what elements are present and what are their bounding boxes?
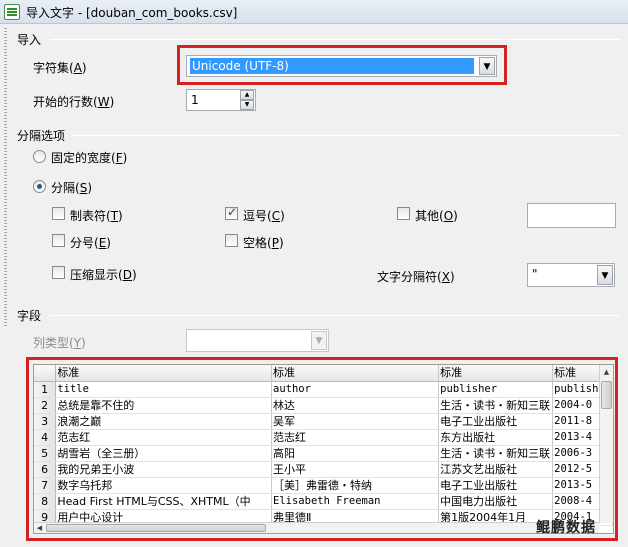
start-row-label: 开始的行数(W) [33, 95, 115, 109]
import-section-label: 导入 [17, 33, 42, 47]
horizontal-scrollbar[interactable]: ◀ [34, 522, 599, 533]
spin-down-icon[interactable]: ▼ [240, 100, 254, 110]
start-row-value[interactable]: 1 [191, 93, 199, 107]
other-checkbox[interactable] [397, 207, 410, 220]
other-separator-input[interactable] [527, 203, 616, 228]
space-label: 空格(P) [243, 236, 284, 250]
table-cell[interactable]: 东方出版社 [438, 429, 554, 446]
semicolon-checkbox[interactable] [52, 234, 65, 247]
semicolon-label: 分号(E) [70, 236, 111, 250]
other-label: 其他(O) [415, 209, 458, 223]
separator-section-label: 分隔选项 [17, 129, 66, 143]
chevron-down-icon[interactable]: ▼ [597, 265, 613, 285]
charset-label: 字符集(A) [33, 61, 87, 75]
column-type-select[interactable]: ▼ [186, 329, 329, 352]
charset-select[interactable]: Unicode (UTF-8) ▼ [186, 55, 497, 77]
table-row: 4 范志红 范志红 东方出版社 2013-4 [34, 429, 613, 446]
grid-header-row: 标准 标准 标准 标准 [34, 365, 613, 382]
table-row: 2 总统是靠不住的 林达 生活・读书・新知三联 2004-0 [34, 397, 613, 414]
table-cell[interactable]: 范志红 [55, 429, 273, 446]
column-header[interactable]: 标准 [55, 365, 273, 382]
separator-section-divider [72, 135, 620, 136]
table-cell[interactable]: 生活・读书・新知三联 [438, 397, 554, 414]
text-delimiter-select[interactable]: " ▼ [527, 263, 615, 287]
start-row-spinner[interactable]: 1 ▲ ▼ [186, 89, 256, 111]
spreadsheet-app-icon [4, 4, 20, 20]
row-number[interactable]: 2 [34, 397, 57, 414]
table-cell[interactable]: 范志红 [271, 429, 440, 446]
separated-label: 分隔(S) [51, 181, 93, 195]
merge-delimiters-checkbox[interactable] [52, 266, 65, 279]
fields-section-divider [50, 315, 620, 316]
table-cell[interactable]: ［美］弗雷德・特纳 [271, 477, 440, 494]
column-header[interactable]: 标准 [438, 365, 554, 382]
preview-table: 标准 标准 标准 标准 1 title author publisher publish… [34, 365, 613, 526]
import-section-divider [50, 39, 620, 40]
table-cell[interactable]: author [271, 381, 440, 398]
table-cell[interactable]: 我的兄弟王小波 [55, 461, 273, 478]
table-row: 3 浪潮之巅 吴军 电子工业出版社 2011-8 [34, 413, 613, 430]
scroll-up-icon[interactable]: ▲ [600, 365, 613, 379]
text-delimiter-value: " [532, 267, 538, 281]
table-cell[interactable]: 高阳 [271, 445, 440, 462]
row-number[interactable]: 7 [34, 477, 57, 494]
vertical-scrollbar[interactable]: ▲ [599, 365, 613, 523]
table-cell[interactable]: 生活・读书・新知三联 [438, 445, 554, 462]
separated-radio[interactable] [33, 180, 46, 193]
fixed-width-radio[interactable] [33, 150, 46, 163]
window-title: 导入文字 - [douban_com_books.csv] [26, 6, 238, 20]
row-number[interactable]: 8 [34, 493, 57, 510]
table-cell[interactable]: 王小平 [271, 461, 440, 478]
fields-section-label: 字段 [17, 309, 42, 323]
spin-up-icon[interactable]: ▲ [240, 90, 254, 100]
row-number[interactable]: 4 [34, 429, 57, 446]
table-cell[interactable]: Elisabeth Freeman [271, 493, 440, 510]
comma-label: 逗号(C) [243, 209, 285, 223]
vertical-scroll-thumb[interactable] [601, 381, 612, 409]
tab-checkbox[interactable] [52, 207, 65, 220]
column-type-label: 列类型(Y) [33, 336, 86, 350]
tab-label: 制表符(T) [70, 209, 123, 223]
horizontal-scroll-thumb[interactable] [46, 524, 266, 532]
row-number[interactable]: 5 [34, 445, 57, 462]
table-row: 7 数字乌托邦 ［美］弗雷德・特纳 电子工业出版社 2013-5 [34, 477, 613, 494]
charset-value: Unicode (UTF-8) [190, 58, 474, 74]
column-header[interactable]: 标准 [271, 365, 440, 382]
table-cell[interactable]: title [55, 381, 273, 398]
table-cell[interactable]: 总统是靠不住的 [55, 397, 273, 414]
grid-corner[interactable] [34, 365, 57, 382]
comma-checkbox[interactable] [225, 205, 238, 220]
table-cell[interactable]: 胡雪岩（全三册） [55, 445, 273, 462]
table-cell[interactable]: 中国电力出版社 [438, 493, 554, 510]
table-row: 8 Head First HTML与CSS、XHTML（中 Elisabeth Fr… [34, 493, 613, 510]
chevron-down-icon[interactable]: ▼ [311, 331, 327, 350]
table-cell[interactable]: publisher [438, 381, 554, 398]
row-number[interactable]: 1 [34, 381, 57, 398]
scroll-left-icon[interactable]: ◀ [34, 523, 45, 533]
table-cell[interactable]: 林达 [271, 397, 440, 414]
merge-delimiters-label: 压缩显示(D) [70, 268, 137, 282]
space-checkbox[interactable] [225, 234, 238, 247]
table-row: 6 我的兄弟王小波 王小平 江苏文艺出版社 2012-5 [34, 461, 613, 478]
table-cell[interactable]: 浪潮之巅 [55, 413, 273, 430]
table-row: 1 title author publisher publish [34, 381, 613, 398]
table-cell[interactable]: 数字乌托邦 [55, 477, 273, 494]
watermark-text: 鲲鹏数据 [536, 520, 596, 536]
fixed-width-label: 固定的宽度(F) [51, 151, 128, 165]
table-cell[interactable]: 吴军 [271, 413, 440, 430]
table-cell[interactable]: 电子工业出版社 [438, 477, 554, 494]
title-bar: 导入文字 - [douban_com_books.csv] [0, 0, 628, 24]
row-number[interactable]: 6 [34, 461, 57, 478]
row-number[interactable]: 3 [34, 413, 57, 430]
table-cell[interactable]: Head First HTML与CSS、XHTML（中 [55, 493, 273, 510]
table-cell[interactable]: 江苏文艺出版社 [438, 461, 554, 478]
preview-grid[interactable]: 标准 标准 标准 标准 1 title author publisher publish… [33, 364, 614, 534]
chevron-down-icon[interactable]: ▼ [479, 57, 495, 75]
text-delimiter-label: 文字分隔符(X) [377, 270, 455, 284]
table-cell[interactable]: 电子工业出版社 [438, 413, 554, 430]
table-row: 5 胡雪岩（全三册） 高阳 生活・读书・新知三联 2006-3 [34, 445, 613, 462]
left-resize-grip [4, 28, 7, 328]
